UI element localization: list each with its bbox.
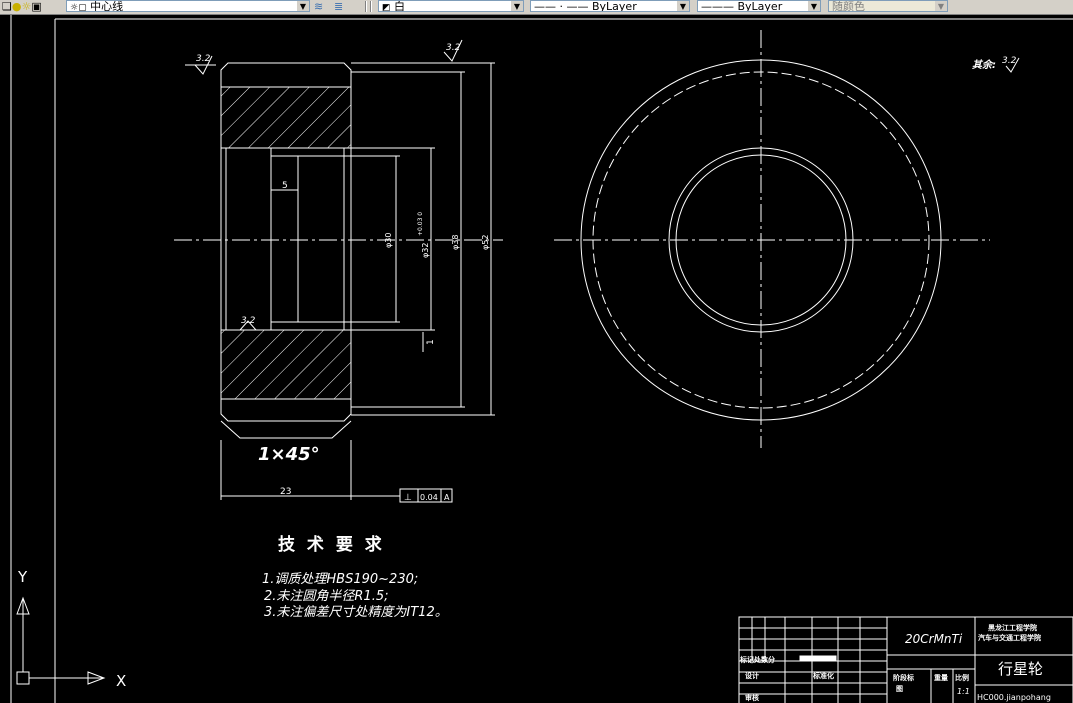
roughness-inner: 3.2 (241, 316, 256, 326)
mark-label: 标记处数分 (739, 655, 775, 664)
dim-d32: φ32 (421, 243, 430, 258)
layer-dropdown[interactable]: ☼▢ 中心线 ▼ (66, 0, 310, 12)
roughness-left-top: 3.2 (196, 54, 211, 64)
other-roughness-label: 其余: (972, 59, 996, 71)
chevron-down-icon: ▼ (677, 1, 689, 11)
scale-value: 1:1 (957, 687, 970, 696)
plotstyle-dropdown: 随颜色 ▼ (828, 0, 948, 12)
drawing-canvas[interactable]: 3.2 3.2 3.2 其余: 3.2 5 φ30 φ32 +0.03 0 φ3… (0, 15, 1073, 703)
make-layer-current-icon[interactable]: ≋ (314, 0, 323, 13)
school-line-2: 汽车与交通工程学院 (978, 633, 1041, 642)
requirement-item-2: 2.未注圆角半径R1.5; (264, 589, 389, 604)
other-roughness-value: 3.2 (1002, 56, 1017, 66)
design-label: 设计 (745, 671, 759, 680)
dim-d30: φ30 (384, 233, 393, 248)
requirement-item-1: 1.调质处理HBS190~230; (262, 572, 418, 587)
check-label: 审核 (745, 693, 759, 702)
lineweight-sample: ——— (701, 0, 734, 12)
plotstyle-value: 随颜色 (832, 0, 865, 12)
geo-tol-value: 0.04 (420, 493, 438, 502)
chevron-down-icon: ▼ (511, 1, 523, 11)
school-line-1: 黑龙江工程学院 (988, 623, 1037, 632)
color-dropdown[interactable]: ◩ 白 ▼ (378, 0, 524, 12)
part-name: 行星轮 (998, 660, 1043, 678)
dim-1: 1 (426, 339, 436, 345)
linetype-value: ByLayer (592, 0, 637, 12)
linetype-sample: —— · —— (534, 0, 589, 12)
lineweight-value: ByLayer (737, 0, 783, 12)
requirement-item-3: 3.未注偏差尺寸处精度为IT12。 (264, 605, 448, 620)
dim-d32-tolerance: +0.03 0 (417, 212, 424, 236)
ucs-x-label: X (116, 672, 126, 690)
color-value: 白 (394, 0, 406, 12)
ucs-y-label: Y (17, 568, 28, 586)
lineweight-dropdown[interactable]: ——— ByLayer ▼ (697, 0, 821, 12)
weight-label: 重量 (934, 673, 948, 682)
geo-tol-symbol: ⊥ (404, 493, 412, 503)
dim-5: 5 (282, 181, 288, 191)
drawing-frame (10, 15, 1073, 703)
draft-label: 图 (896, 684, 903, 693)
properties-toolbar: ❑●☼▣ ☼▢ 中心线 ▼ ≋ ≣ ◩ 白 ▼ —— · —— ByLayer … (0, 0, 1073, 15)
linetype-dropdown[interactable]: —— · —— ByLayer ▼ (530, 0, 690, 12)
scale-label: 比例 (955, 673, 969, 682)
chevron-down-icon: ▼ (297, 1, 309, 11)
dim-d52: φ52 (481, 235, 490, 250)
std-label: 标准化 (812, 671, 834, 680)
section-view (220, 62, 352, 439)
layer-state-icons[interactable]: ❑●☼▣ (2, 0, 42, 13)
roughness-right-top: 3.2 (446, 43, 461, 53)
layer-status-icon: ☼▢ (70, 3, 87, 12)
requirements-title: 技 术 要 求 (278, 534, 385, 555)
color-swatch-icon: ◩ (382, 3, 391, 12)
chamfer-label: 1×45° (258, 444, 320, 465)
chevron-down-icon: ▼ (808, 1, 820, 11)
dim-d38: φ38 (451, 235, 460, 250)
material-label: 20CrMnTi (905, 632, 963, 646)
dim-23: 23 (280, 487, 291, 497)
file-id: HC000.jianpohang (977, 693, 1051, 702)
layer-previous-icon[interactable]: ≣ (334, 0, 343, 13)
ucs-icon (16, 596, 106, 685)
stage-label: 阶段标 (893, 673, 914, 682)
geo-tol-datum: A (444, 493, 450, 502)
chevron-down-icon: ▼ (935, 1, 947, 11)
layer-name: 中心线 (90, 0, 124, 12)
